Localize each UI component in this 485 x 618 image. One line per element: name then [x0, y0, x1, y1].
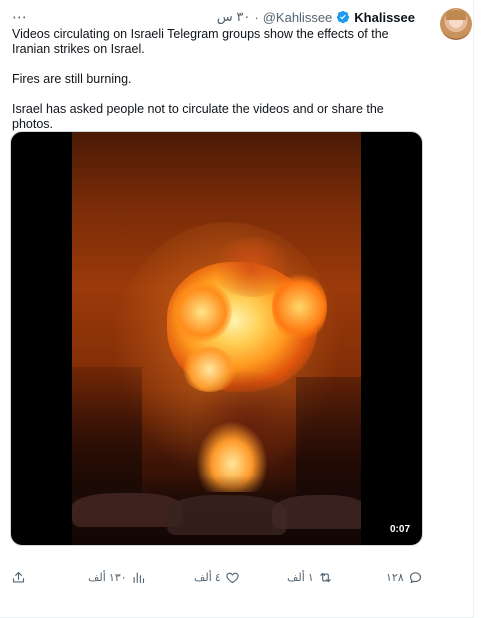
repost-icon [320, 572, 331, 583]
tweet-timestamp[interactable]: ٣٠ س [217, 9, 250, 25]
tweet-header: ٣٠ س · @Kahlissee Khalissee [217, 9, 415, 25]
views-bar-icon [133, 572, 144, 584]
car-silhouette [167, 495, 287, 535]
like-button[interactable]: ٤ ألف [194, 570, 240, 585]
car-silhouette [272, 495, 361, 529]
reposts-count: ١ ألف [287, 572, 314, 584]
author-handle[interactable]: @Kahlissee [263, 10, 333, 25]
share-button[interactable] [11, 570, 26, 585]
column-divider [473, 0, 474, 618]
repost-button[interactable]: ١ ألف [287, 570, 333, 585]
video-duration-badge: 0:07 [385, 522, 414, 537]
views-count: ١٣٠ ألف [88, 572, 127, 584]
parked-cars [72, 475, 361, 545]
heart-icon [226, 572, 239, 584]
replies-count: ١٢٨ [386, 572, 404, 584]
video-frame [72, 132, 361, 545]
tweet-video[interactable]: 0:07 [10, 131, 423, 546]
tweet-text-paragraph: Israel has asked people not to circulate… [12, 102, 384, 131]
tweet-text-paragraph: Videos circulating on Israeli Telegram g… [12, 27, 389, 56]
reply-button[interactable]: ١٢٨ [386, 570, 423, 585]
flame-puff [272, 272, 327, 342]
flame-puff [172, 282, 232, 342]
tweet-text: Videos circulating on Israeli Telegram g… [12, 27, 422, 147]
likes-count: ٤ ألف [194, 572, 221, 584]
more-options-icon[interactable]: ⋯ [12, 8, 28, 26]
header-separator: · [254, 9, 259, 25]
tweet-action-bar: ١٣٠ ألف ٤ ألف ١ ألف ١٢٨ [0, 570, 485, 590]
views-button[interactable]: ١٣٠ ألف [88, 570, 146, 585]
reply-icon [409, 572, 421, 584]
author-avatar[interactable] [440, 8, 472, 40]
verified-badge-icon[interactable] [336, 10, 350, 24]
tweet-text-paragraph: Fires are still burning. [12, 72, 132, 86]
share-icon [12, 571, 25, 583]
author-display-name[interactable]: Khalissee [354, 10, 415, 25]
car-silhouette [72, 493, 182, 527]
